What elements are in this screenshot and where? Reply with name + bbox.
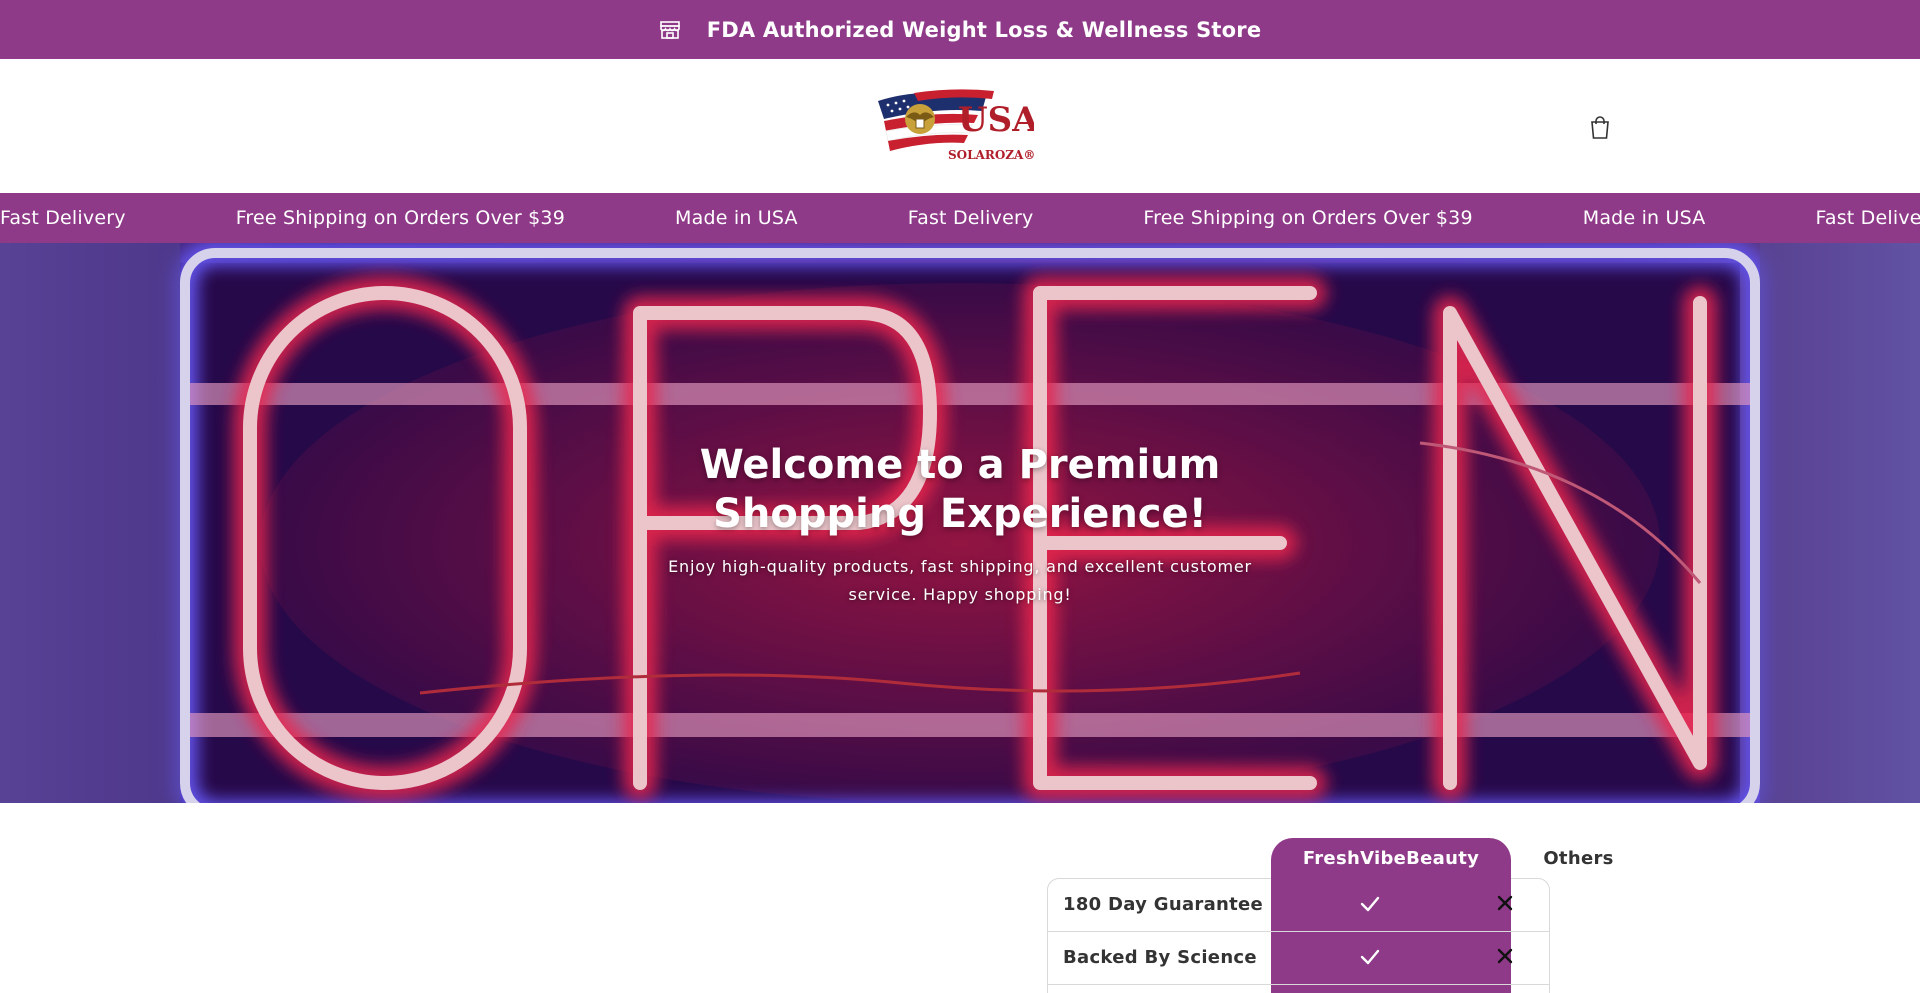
hero-banner: Welcome to a Premium Shopping Experience… — [0, 243, 1920, 803]
announcement-bar: FDA Authorized Weight Loss & Wellness St… — [0, 0, 1920, 59]
site-header: USA SOLAROZA® — [0, 59, 1920, 193]
check-icon — [1360, 949, 1380, 965]
svg-text:SOLAROZA®: SOLAROZA® — [948, 148, 1034, 162]
marquee-item: Free Shipping on Orders Over $39 — [235, 207, 566, 229]
marquee-item: Made in USA — [1582, 207, 1706, 229]
comparison-row: 180 Day Guarantee — [1047, 878, 1550, 930]
comparison-row: Backed By Science — [1047, 931, 1550, 983]
hero-title: Welcome to a Premium Shopping Experience… — [699, 442, 1221, 537]
marquee-item: Made in USA — [675, 207, 798, 229]
marquee-item: Free Shipping on Orders Over $39 — [1143, 207, 1473, 229]
cart-button[interactable] — [1588, 114, 1612, 140]
comparison-row-label: Backed By Science — [1063, 946, 1257, 968]
storefront-icon — [659, 19, 681, 41]
svg-text:USA: USA — [958, 100, 1034, 140]
row-divider — [1047, 984, 1550, 985]
comparison-row-label: 180 Day Guarantee — [1063, 893, 1264, 915]
hero-subtitle: Enjoy high-quality products, fast shippi… — [668, 557, 1252, 604]
marquee-item: Fast Delivery — [907, 207, 1034, 229]
shopping-bag-icon — [1591, 116, 1609, 139]
marquee-item: Fast Delivery — [1815, 207, 1920, 229]
usa-flag-eagle-logo: USA SOLAROZA® — [878, 89, 1039, 162]
x-icon — [1497, 948, 1513, 964]
site-logo[interactable]: USA SOLAROZA® — [874, 79, 1039, 169]
others-column-header: Others — [1543, 847, 1614, 869]
marquee-item: Fast Delivery — [0, 207, 126, 229]
benefits-marquee: Fast Delivery Free Shipping on Orders Ov… — [0, 193, 1920, 243]
x-icon — [1497, 895, 1513, 911]
hero-content: Welcome to a Premium Shopping Experience… — [610, 441, 1310, 609]
comparison-table: FreshVibeBeauty Others 180 Day Guarantee… — [1047, 838, 1613, 993]
check-icon — [1360, 896, 1380, 912]
announcement-text: FDA Authorized Weight Loss & Wellness St… — [706, 17, 1262, 42]
marquee-track: Fast Delivery Free Shipping on Orders Ov… — [0, 193, 1920, 243]
